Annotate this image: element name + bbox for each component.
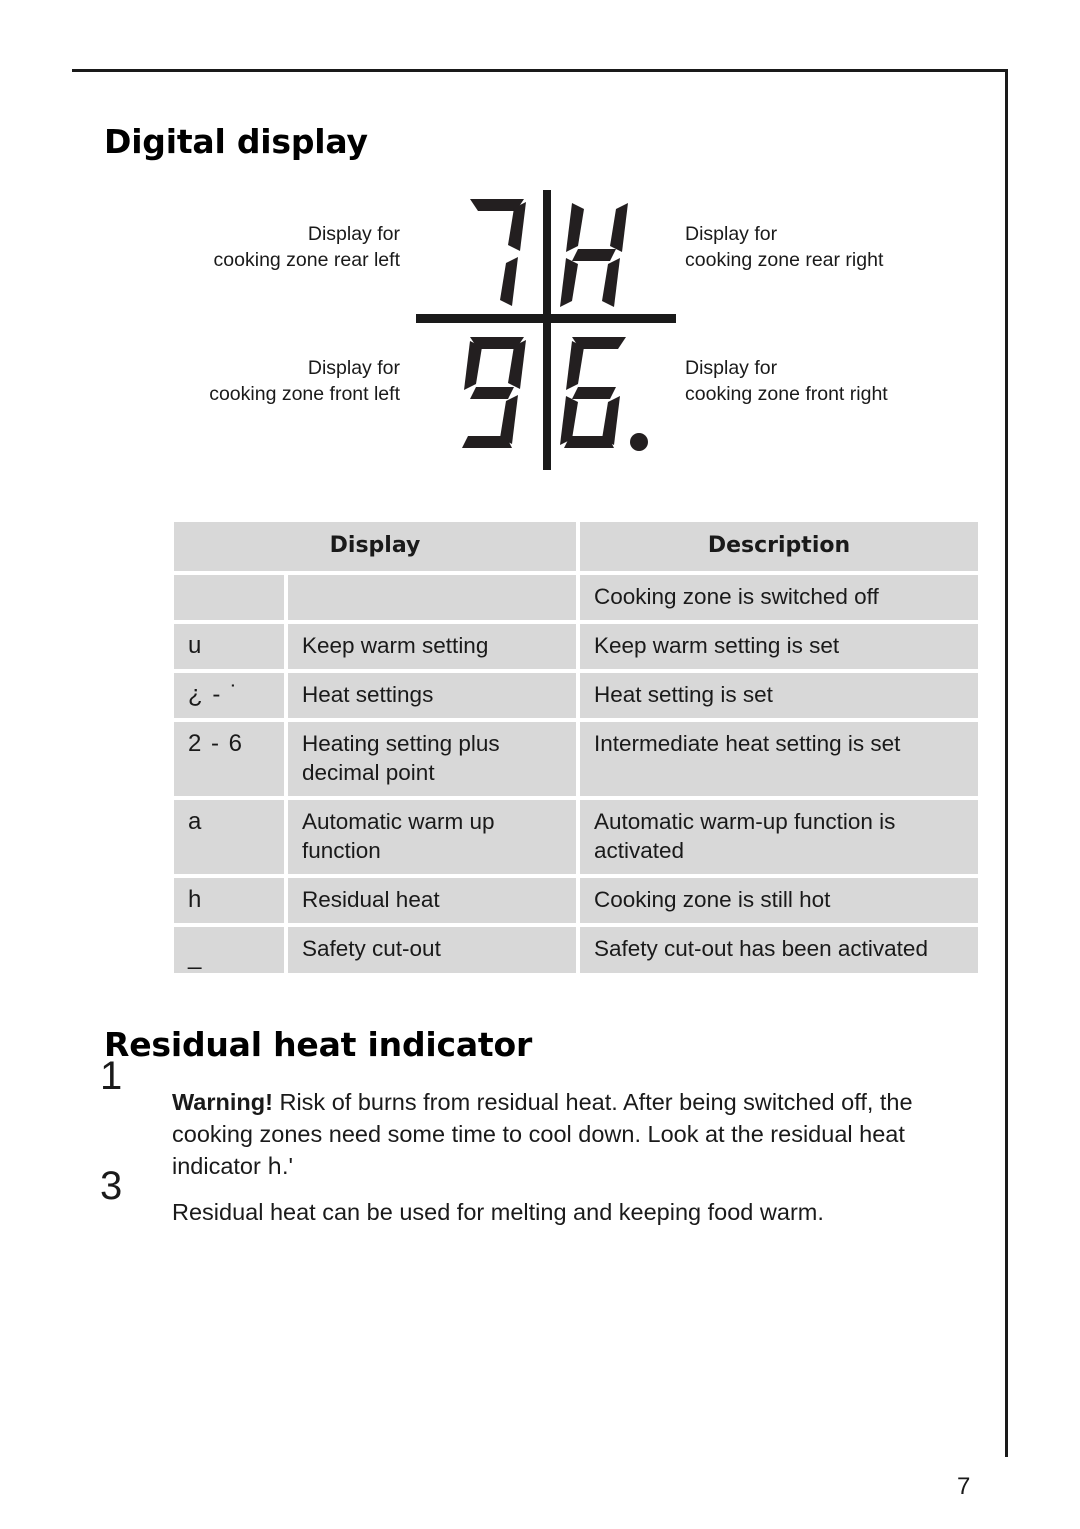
table-cell-symbol: a: [174, 800, 284, 874]
table-cell-description: Intermediate heat setting is set: [580, 722, 978, 796]
label-cooking-zone-rear-left: Display for cooking zone rear left: [214, 221, 400, 273]
table-row: Cooking zone is switched off: [174, 575, 978, 620]
seven-segment-digit-rear-right: [560, 203, 628, 307]
table-cell-symbol: _: [174, 927, 284, 973]
table-cell-symbol: [174, 575, 284, 620]
table-cell-symbol: u: [174, 624, 284, 669]
note-paragraph: Residual heat can be used for melting an…: [172, 1198, 824, 1225]
label-rear-right-line1: Display for: [685, 223, 778, 245]
table-cell-symbol: 2 - 6: [174, 722, 284, 796]
table-cell-name: Safety cut-out: [288, 927, 576, 973]
label-rear-left-line1: Display for: [307, 223, 400, 245]
table-row: h Residual heat Cooking zone is still ho…: [174, 878, 978, 923]
list-marker-note: 3: [100, 1164, 123, 1208]
table-row: _ Safety cut-out Safety cut-out has been…: [174, 927, 978, 973]
seven-segment-digit-front-left: [462, 337, 526, 448]
label-rear-left-line2: cooking zone rear left: [213, 249, 400, 271]
table-cell-description: Cooking zone is still hot: [580, 878, 978, 923]
warning-text-after: .': [281, 1152, 293, 1179]
table-cell-name: [288, 575, 576, 620]
table-row: a Automatic warm up function Automatic w…: [174, 800, 978, 874]
page-number: 7: [957, 1473, 971, 1500]
label-rear-right-line2: cooking zone rear right: [685, 249, 884, 271]
residual-heat-indicator-heading: Residual heat indicator: [104, 1025, 533, 1065]
display-divider-horizontal: [416, 314, 676, 323]
table-cell-description: Safety cut-out has been activated: [580, 927, 978, 973]
display-description-table: Display Description Cooking zone is swit…: [174, 522, 978, 977]
warning-paragraph: Warning! Risk of burns from residual hea…: [172, 1086, 972, 1183]
digital-display-heading: Digital display: [104, 122, 368, 162]
table-cell-name: Automatic warm up function: [288, 800, 576, 874]
table-header-display: Display: [174, 522, 576, 571]
table-cell-name: Heat settings: [288, 673, 576, 718]
table-cell-symbol: h: [174, 878, 284, 923]
table-row: 2 - 6 Heating setting plus decimal point…: [174, 722, 978, 796]
table-header-description: Description: [580, 522, 978, 571]
label-cooking-zone-rear-right: Display for cooking zone rear right: [685, 221, 883, 273]
table-cell-description: Keep warm setting is set: [580, 624, 978, 669]
digital-display-diagram: Display for cooking zone rear left Displ…: [160, 185, 960, 470]
table-cell-name: Heating setting plus decimal point: [288, 722, 576, 796]
table-cell-symbol: ¿ - ˙: [174, 673, 284, 718]
page-border-right-rule: [1005, 69, 1008, 1457]
display-divider-vertical: [543, 190, 551, 470]
seven-segment-digit-front-right: [560, 337, 648, 451]
label-cooking-zone-front-right: Display for cooking zone front right: [685, 355, 888, 407]
page-border-top-rule: [72, 69, 1008, 72]
table-header-row: Display Description: [174, 522, 978, 571]
table-cell-description: Cooking zone is switched off: [580, 575, 978, 620]
table-cell-name: Residual heat: [288, 878, 576, 923]
label-front-right-line2: cooking zone front right: [685, 383, 888, 405]
label-front-right-line1: Display for: [685, 357, 778, 379]
seven-segment-digit-rear-left: [470, 199, 526, 306]
warning-lead: Warning!: [172, 1088, 273, 1115]
table-cell-description: Heat setting is set: [580, 673, 978, 718]
table-cell-description: Automatic warm-up function is activated: [580, 800, 978, 874]
table-row: u Keep warm setting Keep warm setting is…: [174, 624, 978, 669]
list-marker-warning: 1: [100, 1054, 123, 1098]
residual-heat-symbol: h: [267, 1153, 282, 1180]
label-front-left-line2: cooking zone front left: [209, 383, 400, 405]
label-cooking-zone-front-left: Display for cooking zone front left: [209, 355, 400, 407]
label-front-left-line1: Display for: [307, 357, 400, 379]
table-row: ¿ - ˙ Heat settings Heat setting is set: [174, 673, 978, 718]
table-cell-name: Keep warm setting: [288, 624, 576, 669]
table-cell-symbol-text: _: [188, 943, 202, 970]
